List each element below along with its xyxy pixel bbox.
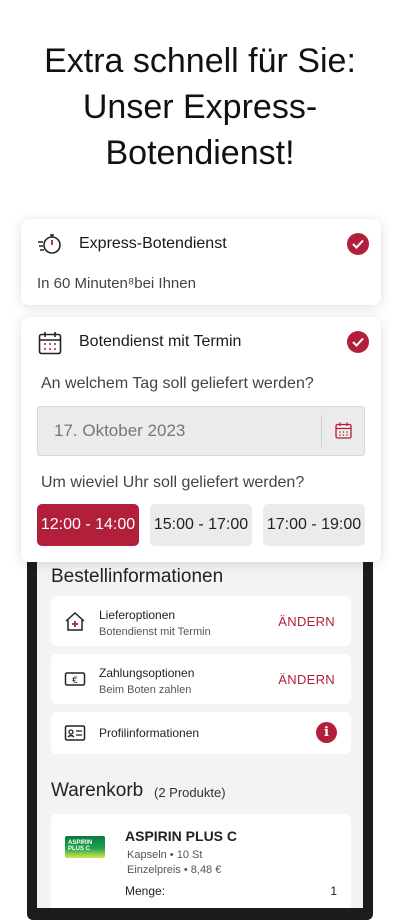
info-icon[interactable]: i bbox=[316, 722, 337, 743]
profile-info-card[interactable]: Profilinformationen i bbox=[51, 712, 351, 754]
headline-line-3: Botendienst! bbox=[105, 134, 295, 172]
page-headline: Extra schnell für Sie: Unser Express- Bo… bbox=[0, 38, 400, 176]
cart-count: (2 Produkte) bbox=[154, 785, 226, 800]
product-image: ASPIRIN PLUS C bbox=[65, 836, 105, 858]
day-question: An welchem Tag soll geliefert werden? bbox=[41, 375, 314, 392]
time-question: Um wieviel Uhr soll geliefert werden? bbox=[41, 474, 305, 491]
cart-title: Warenkorb bbox=[51, 780, 144, 801]
quantity-label: Menge: bbox=[125, 884, 166, 898]
house-medical-icon bbox=[65, 611, 85, 631]
svg-text:€: € bbox=[72, 676, 78, 686]
stopwatch-icon bbox=[38, 234, 61, 254]
product-detail: Kapseln • 10 St bbox=[127, 849, 203, 861]
date-divider bbox=[321, 415, 322, 447]
headline-line-2: Unser Express- bbox=[82, 88, 318, 126]
profile-info-label: Profilinformationen bbox=[99, 726, 200, 740]
calendar-icon bbox=[38, 332, 62, 355]
product-image-text: ASPIRIN PLUS C bbox=[68, 840, 93, 852]
payment-options-card[interactable]: € Zahlungsoptionen Beim Boten zahlen ÄND… bbox=[51, 654, 351, 704]
delivery-options-card[interactable]: Lieferoptionen Botendienst mit Termin ÄN… bbox=[51, 596, 351, 646]
express-check-icon[interactable] bbox=[347, 233, 369, 255]
cash-euro-icon: € bbox=[64, 672, 86, 686]
quantity-value: 1 bbox=[330, 884, 337, 898]
date-input[interactable]: 17. Oktober 2023 bbox=[37, 406, 365, 456]
express-delivery-card[interactable]: Express-Botendienst In 60 Minuten⁸bei Ih… bbox=[21, 219, 381, 305]
express-subtitle: In 60 Minuten⁸bei Ihnen bbox=[37, 275, 196, 292]
express-title: Express-Botendienst bbox=[79, 235, 227, 252]
id-card-icon bbox=[64, 725, 86, 741]
appointment-delivery-card[interactable]: Botendienst mit Termin An welchem Tag so… bbox=[21, 317, 381, 562]
change-payment-link[interactable]: ÄNDERN bbox=[278, 672, 335, 687]
cart-item[interactable]: ASPIRIN PLUS C ASPIRIN PLUS C Kapseln • … bbox=[51, 814, 351, 908]
appointment-title: Botendienst mit Termin bbox=[79, 333, 242, 350]
time-slot-2[interactable]: 15:00 - 17:00 bbox=[150, 504, 252, 546]
date-value: 17. Oktober 2023 bbox=[54, 421, 186, 440]
time-slot-3[interactable]: 17:00 - 19:00 bbox=[263, 504, 365, 546]
order-info-title: Bestellinformationen bbox=[51, 566, 224, 587]
time-slot-1[interactable]: 12:00 - 14:00 bbox=[37, 504, 139, 546]
delivery-options-label: Lieferoptionen bbox=[99, 608, 176, 622]
product-price: Einzelpreis • 8,48 € bbox=[127, 864, 222, 876]
headline-line-1: Extra schnell für Sie: bbox=[44, 42, 356, 80]
product-name: ASPIRIN PLUS C bbox=[125, 828, 238, 844]
payment-options-label: Zahlungsoptionen bbox=[99, 666, 195, 680]
date-picker-icon[interactable] bbox=[335, 422, 352, 439]
delivery-options-value: Botendienst mit Termin bbox=[99, 626, 211, 638]
change-delivery-link[interactable]: ÄNDERN bbox=[278, 614, 335, 629]
appointment-check-icon[interactable] bbox=[347, 331, 369, 353]
payment-options-value: Beim Boten zahlen bbox=[99, 684, 192, 696]
phone-screen: Bestellinformationen Lieferoptionen Bote… bbox=[37, 548, 363, 908]
